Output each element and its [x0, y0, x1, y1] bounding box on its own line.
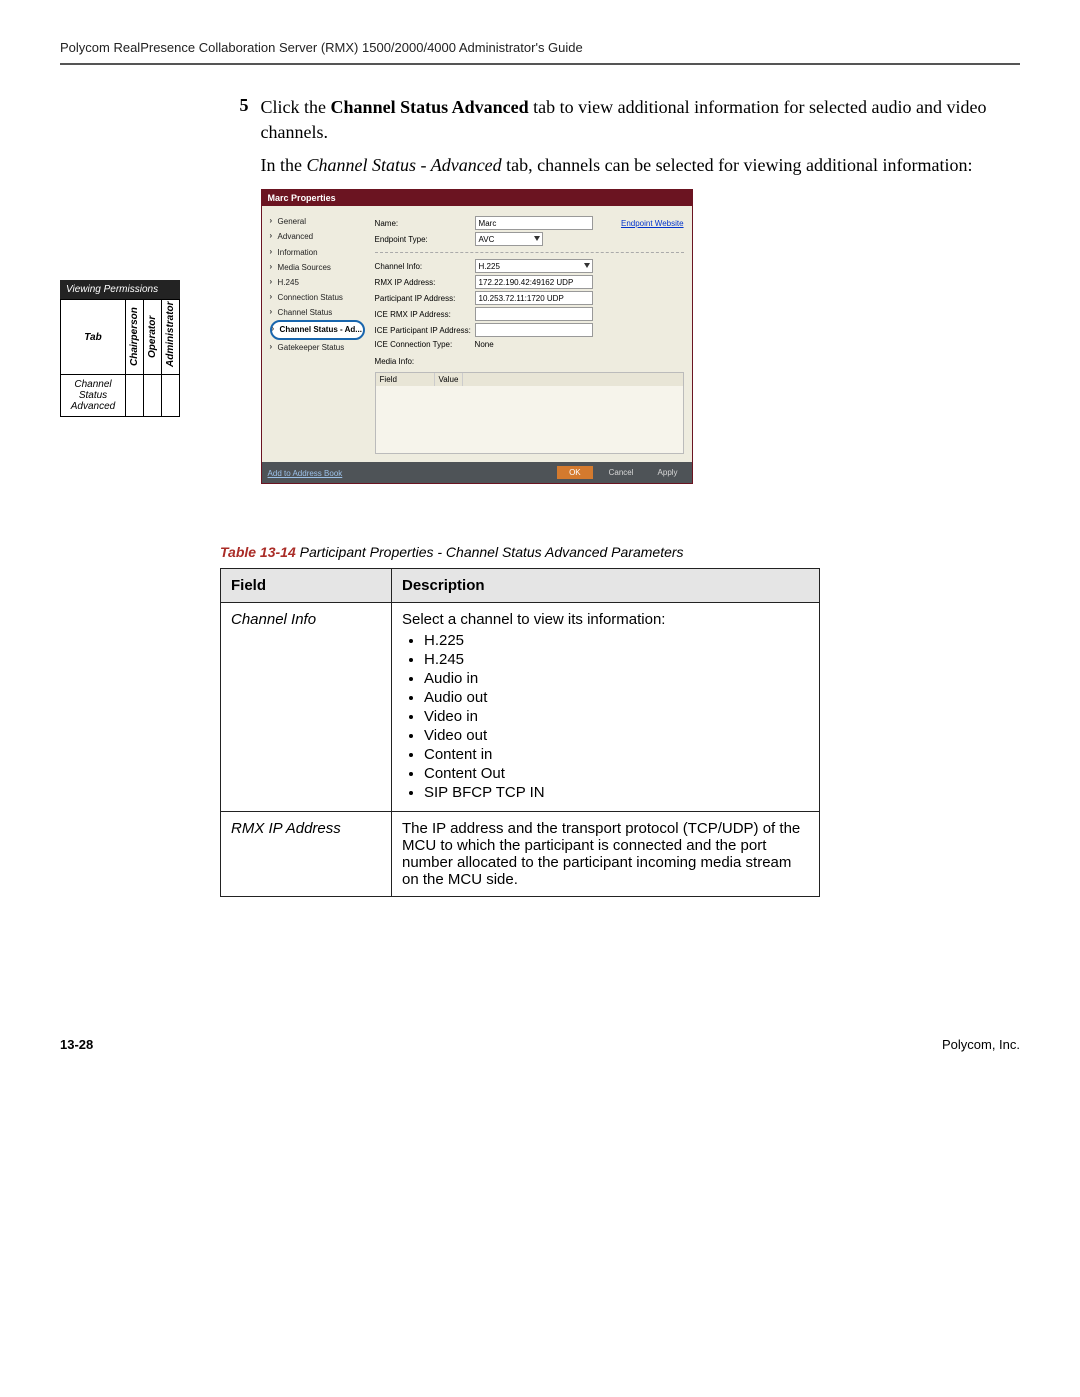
step-paragraph-2: In the Channel Status - Advanced tab, ch…	[261, 153, 1020, 178]
participant-ip-label: Participant IP Address:	[375, 293, 475, 304]
th-description: Description	[392, 568, 820, 602]
sidebar-gatekeeper-status[interactable]: Gatekeeper Status	[270, 340, 365, 355]
apply-button[interactable]: Apply	[650, 466, 686, 479]
dialog-titlebar: Marc Properties	[262, 190, 692, 207]
header-rule	[60, 63, 1020, 65]
media-info-grid: Field Value	[375, 372, 684, 454]
channel-status-advanced-table: Field Description Channel Info Select a …	[220, 568, 820, 897]
row-channel-info-desc: Select a channel to view its information…	[392, 602, 820, 811]
sidebar-general[interactable]: General	[270, 214, 365, 229]
step-number: 5	[220, 95, 261, 534]
endpoint-type-label: Endpoint Type:	[375, 234, 475, 245]
permissions-table: Viewing Permissions Tab Chairperson Oper…	[60, 280, 180, 417]
sidebar-channel-status[interactable]: Channel Status	[270, 305, 365, 320]
participant-ip-value: 10.253.72.11:1720 UDP	[475, 291, 593, 305]
page-number: 13-28	[60, 1037, 93, 1052]
endpoint-website-link[interactable]: Endpoint Website	[621, 218, 684, 229]
mi-head-field: Field	[376, 373, 435, 386]
row-rmx-ip-field: RMX IP Address	[221, 811, 392, 896]
endpoint-type-select[interactable]: AVC	[475, 232, 543, 246]
sidebar-channel-status-advanced[interactable]: Channel Status - Ad...	[270, 320, 365, 339]
name-input[interactable]: Marc	[475, 216, 593, 230]
ok-button[interactable]: OK	[557, 466, 593, 479]
media-info-label: Media Info:	[375, 356, 684, 367]
channel-info-select[interactable]: H.225	[475, 259, 593, 273]
sidebar-media-sources[interactable]: Media Sources	[270, 260, 365, 275]
sidebar-connection-status[interactable]: Connection Status	[270, 290, 365, 305]
row-channel-info-field: Channel Info	[221, 602, 392, 811]
perm-row-channel-status-advanced: Channel Status Advanced	[61, 375, 126, 417]
sidebar-advanced[interactable]: Advanced	[270, 229, 365, 244]
name-label: Name:	[375, 218, 475, 229]
perm-col-chairperson: Chairperson	[127, 301, 142, 373]
sidebar-information[interactable]: Information	[270, 245, 365, 260]
ice-conn-type-value: None	[475, 339, 494, 350]
step-paragraph-1: Click the Channel Status Advanced tab to…	[261, 95, 1020, 145]
mi-head-value: Value	[435, 373, 464, 386]
ice-rmx-label: ICE RMX IP Address:	[375, 309, 475, 320]
rmx-ip-value: 172.22.190.42:49162 UDP	[475, 275, 593, 289]
running-head: Polycom RealPresence Collaboration Serve…	[60, 40, 1020, 55]
ice-rmx-value	[475, 307, 593, 321]
perm-tab-label: Tab	[61, 300, 126, 375]
th-field: Field	[221, 568, 392, 602]
rmx-ip-label: RMX IP Address:	[375, 277, 475, 288]
sidebar-h245[interactable]: H.245	[270, 275, 365, 290]
table-caption: Table 13-14 Participant Properties - Cha…	[220, 544, 1020, 560]
footer-company: Polycom, Inc.	[942, 1037, 1020, 1052]
cancel-button[interactable]: Cancel	[601, 466, 642, 479]
permissions-title: Viewing Permissions	[60, 280, 180, 299]
participant-properties-dialog: Marc Properties General Advanced Informa…	[261, 189, 693, 484]
ice-participant-label: ICE Participant IP Address:	[375, 325, 475, 336]
perm-col-operator: Operator	[145, 301, 160, 373]
ice-conn-type-label: ICE Connection Type:	[375, 339, 475, 350]
ice-participant-value	[475, 323, 593, 337]
add-to-address-book-link[interactable]: Add to Address Book	[268, 466, 343, 479]
perm-col-administrator: Administrator	[163, 301, 178, 373]
row-rmx-ip-desc: The IP address and the transport protoco…	[392, 811, 820, 896]
channel-info-label: Channel Info:	[375, 261, 475, 272]
